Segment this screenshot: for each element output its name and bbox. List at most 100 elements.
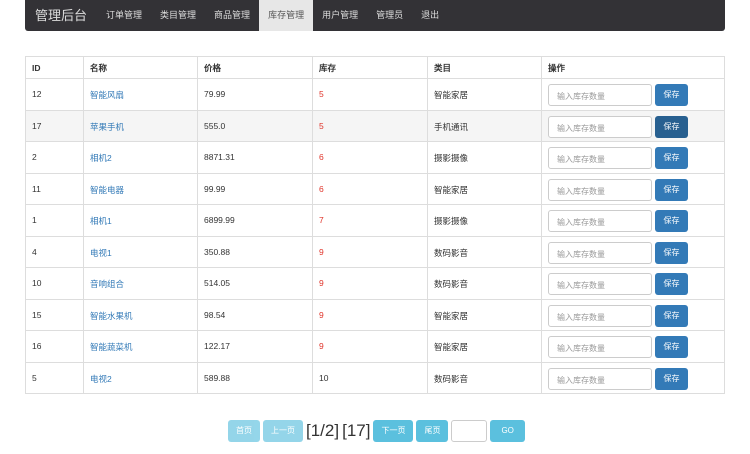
save-button[interactable]: 保存 [655, 84, 688, 106]
table-row: 12 智能风扇 79.99 5 智能家居 输入库存数量 保存 [25, 78, 725, 111]
cell-id: 11 [25, 172, 84, 205]
stock-input[interactable]: 输入库存数量 [548, 367, 652, 390]
cell-actions: 输入库存数量 保存 [541, 204, 725, 237]
product-link[interactable]: 苹果手机 [90, 122, 124, 132]
cell-actions: 输入库存数量 保存 [541, 298, 725, 331]
table-row: 4 电视1 350.88 9 数码影音 输入库存数量 保存 [25, 235, 725, 268]
header-stock: 库存 [312, 56, 428, 79]
total-count: [17] [342, 421, 371, 440]
cell-actions: 输入库存数量 保存 [541, 330, 725, 363]
cell-category: 智能家居 [427, 78, 542, 111]
nav-logout[interactable]: 退出 [412, 0, 448, 31]
stock-value: 7 [319, 215, 324, 225]
go-button[interactable]: GO [490, 420, 525, 442]
cell-actions: 输入库存数量 保存 [541, 172, 725, 205]
cell-category: 摄影摄像 [427, 141, 542, 174]
save-button[interactable]: 保存 [655, 115, 688, 138]
nav-products[interactable]: 商品管理 [205, 0, 259, 31]
product-link[interactable]: 智能水果机 [90, 311, 133, 321]
cell-price: 122.17 [197, 330, 313, 363]
cell-name: 智能风扇 [83, 78, 198, 111]
cell-category: 智能家居 [427, 172, 542, 205]
cell-category: 数码影音 [427, 267, 542, 300]
product-link[interactable]: 相机1 [90, 216, 112, 226]
prev-page-button[interactable]: 上一页 [263, 420, 303, 442]
save-button[interactable]: 保存 [655, 147, 688, 169]
cell-price: 6899.99 [197, 204, 313, 237]
stock-input[interactable]: 输入库存数量 [548, 178, 652, 201]
cell-actions: 输入库存数量 保存 [541, 235, 725, 268]
last-page-button[interactable]: 尾页 [416, 420, 449, 442]
cell-category: 数码影音 [427, 235, 542, 268]
product-link[interactable]: 音响组合 [90, 279, 124, 289]
stock-input[interactable]: 输入库存数量 [548, 84, 652, 106]
cell-stock: 5 [312, 109, 428, 142]
cell-price: 514.05 [197, 267, 313, 300]
stock-input[interactable]: 输入库存数量 [548, 115, 652, 138]
cell-category: 摄影摄像 [427, 204, 542, 237]
cell-stock: 6 [312, 172, 428, 205]
product-link[interactable]: 相机2 [90, 153, 112, 163]
header-actions: 操作 [541, 56, 725, 79]
cell-name: 相机2 [83, 141, 198, 174]
stock-value: 9 [319, 278, 324, 288]
nav-inventory[interactable]: 库存管理 [259, 0, 314, 31]
stock-input[interactable]: 输入库存数量 [548, 336, 652, 358]
nav-categories[interactable]: 类目管理 [151, 0, 205, 31]
product-link[interactable]: 智能电器 [90, 185, 124, 195]
stock-input[interactable]: 输入库存数量 [548, 241, 652, 264]
save-button[interactable]: 保存 [655, 304, 688, 327]
stock-input[interactable]: 输入库存数量 [548, 304, 652, 327]
cell-price: 99.99 [197, 172, 313, 205]
first-page-button[interactable]: 首页 [228, 420, 260, 442]
table-row: 2 相机2 8871.31 6 摄影摄像 输入库存数量 保存 [25, 141, 725, 174]
cell-id: 4 [25, 235, 84, 268]
top-navbar: 管理后台 订单管理 类目管理 商品管理 库存管理 用户管理 管理员 退出 [25, 0, 725, 31]
cell-stock: 5 [312, 78, 428, 111]
nav-orders[interactable]: 订单管理 [97, 0, 151, 31]
page-number-input[interactable] [451, 420, 488, 442]
stock-value: 5 [319, 120, 324, 131]
save-button[interactable]: 保存 [655, 336, 688, 358]
save-button[interactable]: 保存 [655, 178, 688, 201]
cell-name: 智能水果机 [83, 298, 198, 331]
pagination: 首页 上一页 [1/2] [17] 下一页 尾页 GO [228, 420, 525, 442]
cell-price: 589.88 [197, 361, 313, 394]
product-link[interactable]: 智能风扇 [90, 90, 124, 100]
stock-value: 9 [319, 246, 324, 257]
table-row: 11 智能电器 99.99 6 智能家居 输入库存数量 保存 [25, 172, 725, 205]
save-button[interactable]: 保存 [655, 273, 688, 295]
save-button[interactable]: 保存 [655, 241, 688, 264]
save-button[interactable]: 保存 [655, 367, 688, 390]
stock-input[interactable]: 输入库存数量 [548, 210, 652, 232]
cell-stock: 9 [312, 298, 428, 331]
cell-category: 数码影音 [427, 361, 542, 394]
nav-admins[interactable]: 管理员 [367, 0, 412, 31]
save-button[interactable]: 保存 [655, 210, 688, 232]
table-row: 15 智能水果机 98.54 9 智能家居 输入库存数量 保存 [25, 298, 725, 331]
stock-input[interactable]: 输入库存数量 [548, 273, 652, 295]
header-name: 名称 [83, 56, 198, 79]
cell-id: 1 [25, 204, 84, 237]
inventory-table: ID 名称 价格 库存 类目 操作 12 智能风扇 79.99 5 智能家居 输… [25, 56, 725, 394]
cell-actions: 输入库存数量 保存 [541, 361, 725, 394]
product-link[interactable]: 智能蔬菜机 [90, 342, 133, 352]
nav-users[interactable]: 用户管理 [313, 0, 367, 31]
stock-value: 10 [319, 372, 329, 383]
next-page-button[interactable]: 下一页 [373, 420, 414, 442]
cell-id: 5 [25, 361, 84, 394]
table-row: 10 音响组合 514.05 9 数码影音 输入库存数量 保存 [25, 267, 725, 300]
cell-actions: 输入库存数量 保存 [541, 78, 725, 111]
product-link[interactable]: 电视1 [90, 248, 112, 258]
brand-title[interactable]: 管理后台 [25, 0, 97, 31]
product-link[interactable]: 电视2 [90, 374, 112, 384]
cell-name: 音响组合 [83, 267, 198, 300]
stock-value: 6 [319, 152, 324, 162]
stock-input[interactable]: 输入库存数量 [548, 147, 652, 169]
cell-name: 智能蔬菜机 [83, 330, 198, 363]
cell-name: 智能电器 [83, 172, 198, 205]
table-row: 17 苹果手机 555.0 5 手机通讯 输入库存数量 保存 [25, 109, 725, 142]
cell-id: 2 [25, 141, 84, 174]
header-id: ID [25, 56, 84, 79]
cell-price: 98.54 [197, 298, 313, 331]
